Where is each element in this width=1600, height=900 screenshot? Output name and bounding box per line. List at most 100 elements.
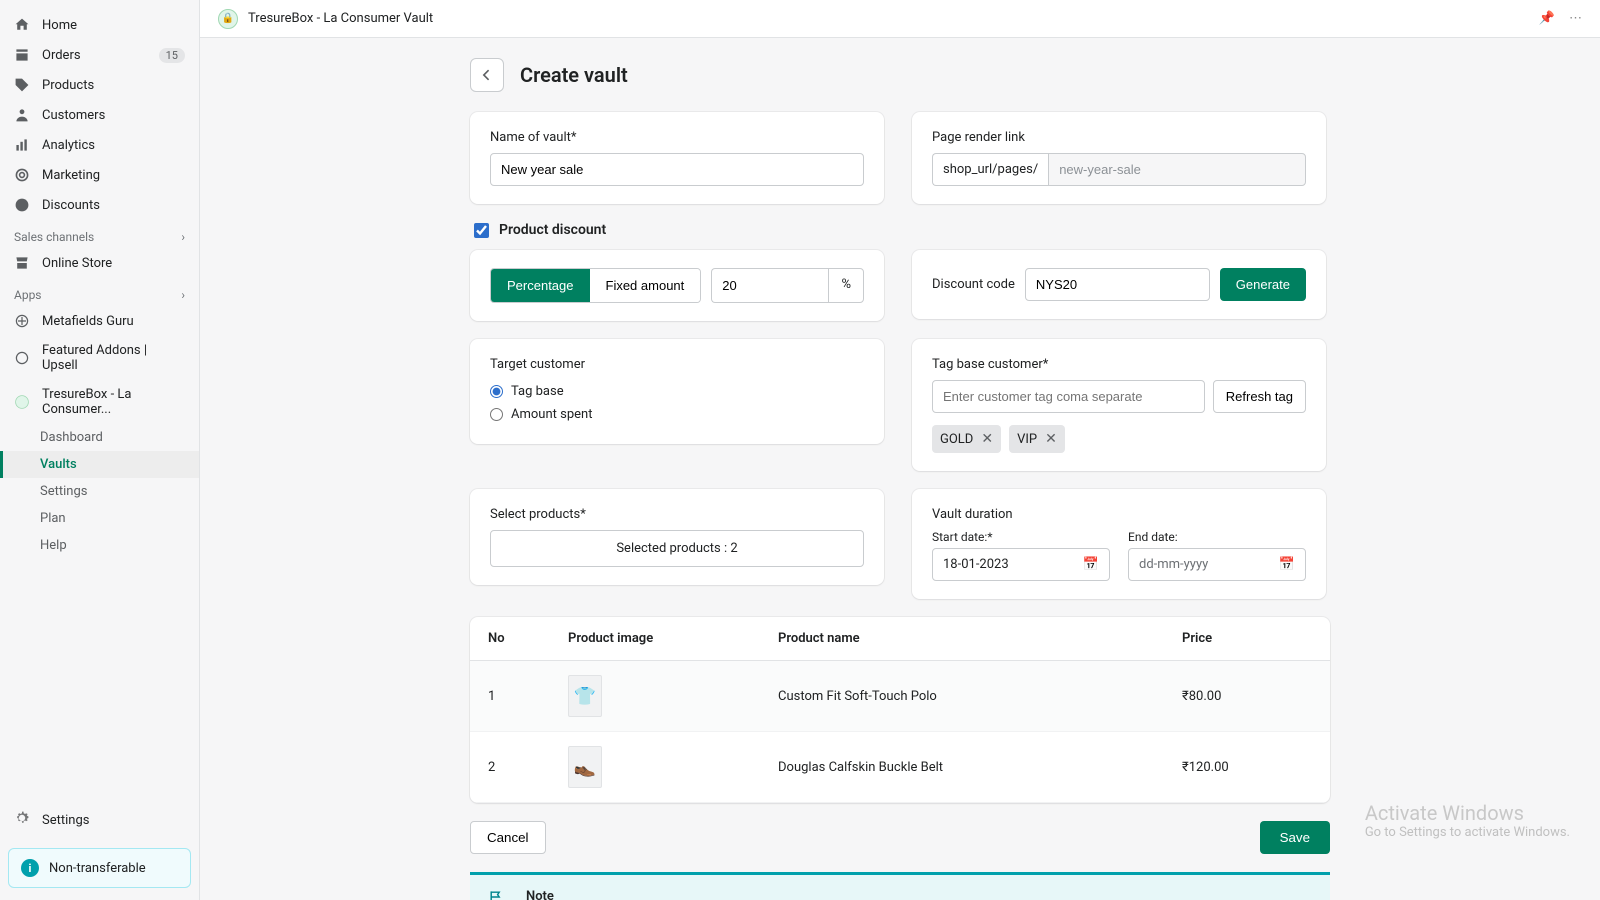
- topbar: 🔒 TresureBox - La Consumer Vault 📌 ⋯: [200, 0, 1600, 38]
- sidebar-app-metafields[interactable]: Metafields Guru: [0, 306, 199, 336]
- discount-type-card: Percentage Fixed amount %: [470, 250, 884, 321]
- sidebar-item-products[interactable]: Products: [0, 70, 199, 100]
- table-row: 1 👕 Custom Fit Soft-Touch Polo ₹80.00: [470, 661, 1330, 732]
- target-icon: [14, 167, 30, 183]
- subnav-plan[interactable]: Plan: [0, 505, 199, 532]
- radio-label-tag: Tag base: [511, 384, 564, 399]
- render-link-label: Page render link: [932, 130, 1306, 145]
- tag-chip: VIP ✕: [1009, 425, 1065, 453]
- app-title: TresureBox - La Consumer Vault: [248, 11, 433, 26]
- subnav-settings[interactable]: Settings: [0, 478, 199, 505]
- sidebar-item-analytics[interactable]: Analytics: [0, 130, 199, 160]
- cancel-button[interactable]: Cancel: [470, 821, 546, 854]
- sidebar-item-label: TresureBox - La Consumer...: [42, 387, 185, 417]
- sidebar: Home Orders 15 Products Customers Analyt…: [0, 0, 200, 900]
- arrow-left-icon: [479, 67, 495, 83]
- app-icon: [14, 313, 30, 329]
- percent-suffix: %: [828, 268, 864, 303]
- segment-percentage[interactable]: Percentage: [491, 269, 590, 302]
- segment-fixed[interactable]: Fixed amount: [590, 269, 701, 302]
- target-customer-card: Target customer Tag base Amount spent: [470, 339, 884, 444]
- chevron-right-icon: ›: [181, 230, 185, 244]
- vault-name-input[interactable]: [490, 153, 864, 186]
- chevron-right-icon: ›: [181, 288, 185, 302]
- discount-icon: [14, 197, 30, 213]
- target-customer-label: Target customer: [490, 357, 864, 372]
- tag-customer-label: Tag base customer*: [932, 357, 1306, 372]
- home-icon: [14, 17, 30, 33]
- sidebar-item-home[interactable]: Home: [0, 10, 199, 40]
- non-transferable-badge[interactable]: i Non-transferable: [8, 848, 191, 888]
- render-link-card: Page render link shop_url/pages/: [912, 112, 1326, 204]
- note-banner: Note All fields marked with an asterisk …: [470, 872, 1330, 900]
- sidebar-item-label: Featured Addons | Upsell: [42, 343, 185, 373]
- selected-products-button[interactable]: Selected products : 2: [490, 530, 864, 567]
- sidebar-item-customers[interactable]: Customers: [0, 100, 199, 130]
- discount-code-label: Discount code: [932, 277, 1015, 292]
- vault-duration-label: Vault duration: [932, 507, 1306, 522]
- radio-tag-base[interactable]: [490, 385, 503, 398]
- table-row: 2 👞 Douglas Calfskin Buckle Belt ₹120.00: [470, 732, 1330, 803]
- subnav-vaults[interactable]: Vaults: [0, 451, 199, 478]
- note-title: Note: [526, 889, 1058, 900]
- vault-duration-card: Vault duration Start date:* 18-01-2023 📅: [912, 489, 1326, 599]
- calendar-icon: 📅: [1083, 557, 1099, 572]
- pin-icon[interactable]: 📌: [1539, 11, 1555, 26]
- sales-channels-header[interactable]: Sales channels ›: [0, 220, 199, 248]
- orders-badge: 15: [159, 48, 185, 63]
- product-thumbnail: 👕: [568, 675, 602, 717]
- sidebar-item-marketing[interactable]: Marketing: [0, 160, 199, 190]
- flag-icon: [488, 889, 510, 900]
- products-table: No Product image Product name Price 1 👕 …: [470, 617, 1330, 803]
- sidebar-item-discounts[interactable]: Discounts: [0, 190, 199, 220]
- sidebar-item-label: Online Store: [42, 256, 112, 271]
- discount-type-segment: Percentage Fixed amount: [490, 268, 701, 303]
- more-icon[interactable]: ⋯: [1569, 11, 1582, 26]
- vault-name-label: Name of vault*: [490, 130, 864, 145]
- settings-label: Settings: [42, 813, 89, 828]
- sidebar-item-label: Home: [42, 18, 77, 33]
- tag-input[interactable]: [932, 380, 1205, 413]
- discount-code-input[interactable]: [1025, 268, 1210, 301]
- sidebar-settings[interactable]: Settings: [0, 802, 199, 838]
- sidebar-item-label: Products: [42, 78, 94, 93]
- app-icon: [14, 394, 30, 410]
- sidebar-item-orders[interactable]: Orders 15: [0, 40, 199, 70]
- tag-customer-card: Tag base customer* Refresh tag GOLD ✕: [912, 339, 1326, 471]
- save-button[interactable]: Save: [1260, 821, 1330, 854]
- store-icon: [14, 255, 30, 271]
- back-button[interactable]: [470, 58, 504, 92]
- sidebar-app-featured[interactable]: Featured Addons | Upsell: [0, 336, 199, 380]
- render-link-input: [1048, 153, 1306, 186]
- sidebar-item-online-store[interactable]: Online Store: [0, 248, 199, 278]
- end-date-input[interactable]: dd-mm-yyyy 📅: [1128, 548, 1306, 581]
- orders-icon: [14, 47, 30, 63]
- sidebar-item-label: Metafields Guru: [42, 314, 134, 329]
- subnav-help[interactable]: Help: [0, 532, 199, 559]
- product-discount-checkbox[interactable]: [474, 223, 489, 238]
- info-icon: i: [21, 859, 39, 877]
- calendar-icon: 📅: [1279, 557, 1295, 572]
- sidebar-item-label: Analytics: [42, 138, 95, 153]
- tag-chip: GOLD ✕: [932, 425, 1001, 453]
- select-products-label: Select products*: [490, 507, 864, 522]
- tag-icon: [14, 77, 30, 93]
- radio-label-amount: Amount spent: [511, 407, 592, 422]
- analytics-icon: [14, 137, 30, 153]
- generate-button[interactable]: Generate: [1220, 268, 1306, 301]
- select-products-card: Select products* Selected products : 2: [470, 489, 884, 585]
- apps-header[interactable]: Apps ›: [0, 278, 199, 306]
- start-date-input[interactable]: 18-01-2023 📅: [932, 548, 1110, 581]
- app-icon: [14, 350, 30, 366]
- subnav-dashboard[interactable]: Dashboard: [0, 424, 199, 451]
- gear-icon: [14, 810, 30, 830]
- product-thumbnail: 👞: [568, 746, 602, 788]
- remove-chip-icon[interactable]: ✕: [1045, 431, 1057, 447]
- sidebar-app-tresurebox[interactable]: TresureBox - La Consumer...: [0, 380, 199, 424]
- page-title: Create vault: [520, 63, 628, 87]
- refresh-tag-button[interactable]: Refresh tag: [1213, 380, 1306, 413]
- radio-amount-spent[interactable]: [490, 408, 503, 421]
- discount-amount-input[interactable]: [711, 268, 828, 303]
- remove-chip-icon[interactable]: ✕: [981, 431, 993, 447]
- sidebar-item-label: Orders: [42, 48, 81, 63]
